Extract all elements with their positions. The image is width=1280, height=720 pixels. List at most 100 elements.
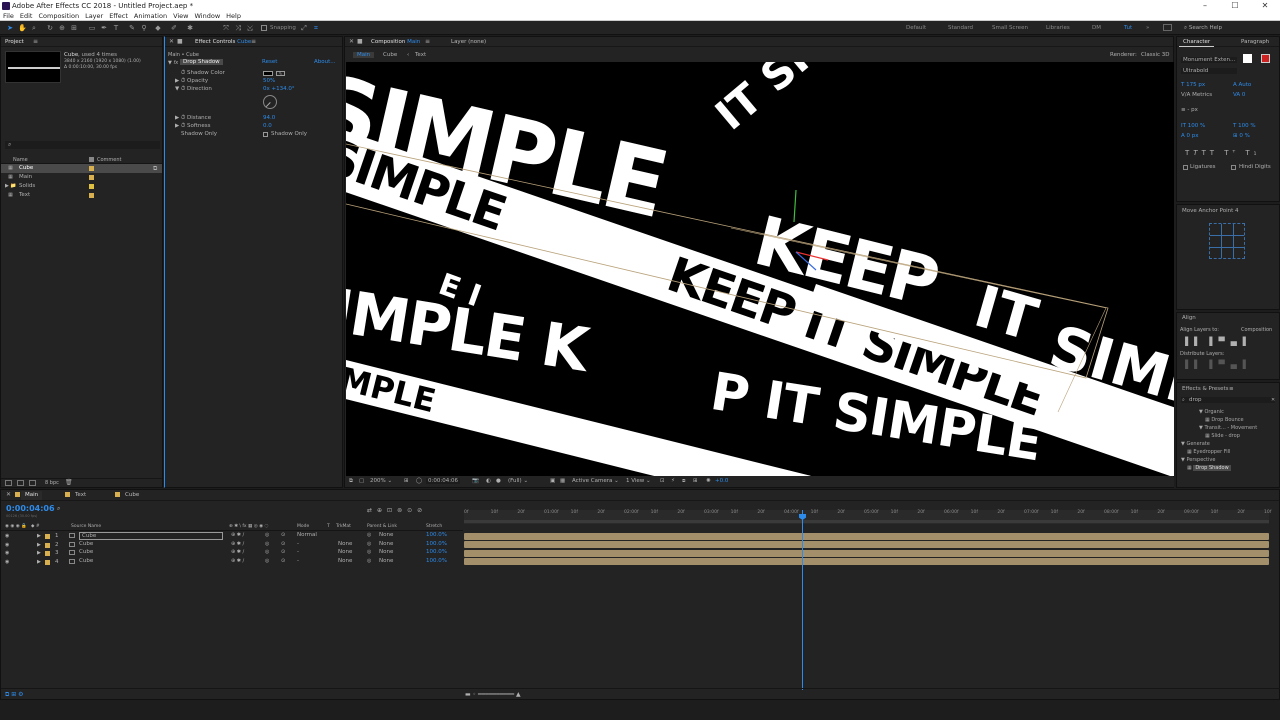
col-name[interactable]: Name — [13, 157, 28, 163]
ligatures-checkbox[interactable] — [1183, 165, 1188, 170]
layer-switches[interactable]: ⊕ ✱ ∕ — [231, 549, 244, 555]
toggle-pixel-icon[interactable]: ⊡ — [660, 478, 665, 484]
type-tool-icon[interactable]: T — [112, 24, 120, 32]
layer-stretch[interactable]: 100.0% — [426, 532, 447, 538]
workspace-default[interactable]: Default — [906, 25, 926, 31]
anchor-grid[interactable] — [1209, 223, 1245, 259]
visibility-eye-icon[interactable]: ◉ — [5, 542, 9, 548]
effects-tree-item[interactable]: ▼ Perspective — [1181, 457, 1215, 464]
composition-viewer[interactable]: SIMPLE SIMPLE KEEP IT SIMPLE KEEP IT SIM… — [346, 62, 1174, 476]
pickwhip-icon[interactable]: ◎ — [367, 558, 371, 564]
distribute-buttons[interactable]: ▐▌▐▀▄▌ — [1182, 360, 1255, 369]
snap-extend-icon[interactable]: ⌗ — [312, 24, 320, 32]
project-item[interactable]: ▶ 📁 Solids — [1, 182, 162, 191]
rectangle-tool-icon[interactable]: ▭ — [88, 24, 96, 32]
menu-composition[interactable]: Composition — [38, 12, 79, 20]
tab-effect-controls[interactable]: Effect Controls Cube — [191, 38, 255, 47]
search-help-field[interactable]: ⌕ Search Help — [1184, 25, 1222, 32]
visibility-eye-icon[interactable]: ◉ — [5, 559, 9, 565]
align-to-dropdown[interactable]: Composition — [1241, 327, 1272, 333]
region-icon[interactable]: ▢ — [359, 478, 364, 484]
crumb-main[interactable]: Main — [353, 52, 375, 58]
effects-tree-item[interactable]: ▦ Eyedropper Fill — [1187, 449, 1230, 456]
layer-switches[interactable]: ⊕ ✱ ∕ — [231, 532, 244, 538]
new-composition-icon[interactable] — [29, 480, 36, 486]
layer-mode[interactable]: Normal — [297, 532, 317, 538]
menu-effect[interactable]: Effect — [109, 12, 128, 20]
timeline-icon[interactable]: ⧈ — [682, 478, 686, 485]
pickwhip-icon[interactable]: ◎ — [367, 541, 371, 547]
layer-name[interactable]: Cube — [79, 558, 93, 564]
pan-behind-icon[interactable]: ⊞ — [70, 24, 78, 32]
tab-text[interactable]: Text — [71, 491, 90, 500]
kerning-field[interactable]: V/A Metrics — [1181, 92, 1212, 98]
label-color-swatch[interactable] — [89, 166, 94, 171]
label-color-swatch[interactable] — [89, 175, 94, 180]
motion-blur-icon[interactable]: ⊙ — [281, 558, 285, 564]
tab-layer[interactable]: Layer (none) — [447, 38, 490, 47]
3d-layer-icon[interactable]: ◎ — [265, 558, 269, 564]
work-area-bar[interactable] — [464, 520, 1269, 523]
pickwhip-icon[interactable]: ◎ — [367, 549, 371, 555]
brush-tool-icon[interactable]: ✎ — [128, 24, 136, 32]
project-item[interactable]: ▦ Cube — [1, 164, 162, 173]
flowchart-icon[interactable]: ⧉ — [153, 165, 157, 173]
visibility-eye-icon[interactable]: ◉ — [5, 550, 9, 556]
renderer-value[interactable]: Classic 3D — [1141, 52, 1170, 58]
stroke-color-swatch[interactable] — [1261, 54, 1270, 63]
layer-trkmat[interactable]: None — [338, 549, 352, 555]
effects-tree-item[interactable]: ▼ Generate — [1181, 441, 1210, 448]
project-search-input[interactable]: ⌕ — [5, 141, 160, 149]
layer-switches-header[interactable]: ⊕ ✱ \ fx ▦ ◎ ◉ ◌ — [229, 524, 268, 529]
label-color-swatch[interactable] — [89, 193, 94, 198]
zoom-tool-icon[interactable]: ⌕ — [30, 24, 38, 32]
exposure-value[interactable]: +0.0 — [715, 478, 728, 484]
clone-tool-icon[interactable]: ⚲ — [140, 24, 148, 32]
tracking-field[interactable]: VA 0 — [1233, 92, 1245, 98]
snap-option-icon[interactable]: ⤢ — [300, 24, 308, 32]
close-panel-icon[interactable]: ✕ — [169, 38, 174, 45]
toggle-switches-icon[interactable]: ⧉ ⊞ ⚙ — [5, 691, 24, 699]
softness-value[interactable]: 0.0 — [263, 123, 272, 129]
3d-layer-icon[interactable]: ◎ — [265, 541, 269, 547]
layer-parent[interactable]: None — [379, 558, 393, 564]
snapshot-icon[interactable]: 📷 — [472, 478, 479, 484]
menu-animation[interactable]: Animation — [134, 12, 167, 20]
shadow-only-checkbox[interactable] — [263, 132, 268, 137]
layer-name[interactable]: Cube — [79, 549, 93, 555]
col-t[interactable]: T — [327, 524, 330, 529]
distance-value[interactable]: 94.0 — [263, 115, 275, 121]
expand-layer-icon[interactable]: ▶ — [37, 550, 41, 556]
tab-character[interactable]: Character — [1179, 38, 1215, 47]
label-col-icon[interactable] — [89, 157, 94, 162]
layer-stretch[interactable]: 100.0% — [426, 541, 447, 547]
3d-layer-icon[interactable]: ◎ — [265, 532, 269, 538]
panel-menu-icon[interactable]: ≡ — [1229, 386, 1234, 392]
view-layout-dropdown[interactable]: 1 View ⌄ — [626, 478, 651, 484]
eraser-tool-icon[interactable]: ◆ — [154, 24, 162, 32]
shadow-color-swatch[interactable] — [263, 71, 273, 76]
motion-blur-icon[interactable]: ⊙ — [281, 532, 285, 538]
layer-stretch[interactable]: 100.0% — [426, 558, 447, 564]
layer-duration-bar[interactable] — [464, 532, 1269, 540]
av-switches-header[interactable]: ◉ ◉ ◉ 🔒 ◆ # — [5, 524, 40, 529]
effect-name[interactable]: Drop Shadow — [180, 59, 223, 65]
comp-timecode[interactable]: 0:00:04:06 — [426, 478, 461, 484]
table-row[interactable]: ◉ ▶ 2 Cube ⊕ ✱ ∕ ◎ ⊙ - None ◎ None 100.0… — [1, 541, 463, 549]
direction-value[interactable]: 0x +134.0° — [263, 86, 295, 92]
layer-parent[interactable]: None — [379, 532, 393, 538]
selection-tool-icon[interactable]: ➤ — [6, 24, 14, 32]
layer-parent[interactable]: None — [379, 541, 393, 547]
direction-dial[interactable] — [263, 95, 277, 109]
motion-blur-icon[interactable]: ⊙ — [281, 549, 285, 555]
pickwhip-icon[interactable]: ◎ — [367, 532, 371, 538]
project-item[interactable]: ▦ Main — [1, 173, 162, 182]
interpret-footage-icon[interactable] — [5, 480, 12, 486]
tsume-field[interactable]: ⊞ 0 % — [1233, 133, 1250, 139]
expand-layer-icon[interactable]: ▶ — [37, 533, 41, 539]
snapping-checkbox[interactable] — [261, 25, 267, 31]
label-color-swatch[interactable] — [89, 184, 94, 189]
effects-tree-item[interactable]: ▼ Organic — [1199, 409, 1224, 416]
layer-label-color[interactable] — [45, 534, 50, 539]
tab-project[interactable]: Project — [1, 38, 28, 47]
